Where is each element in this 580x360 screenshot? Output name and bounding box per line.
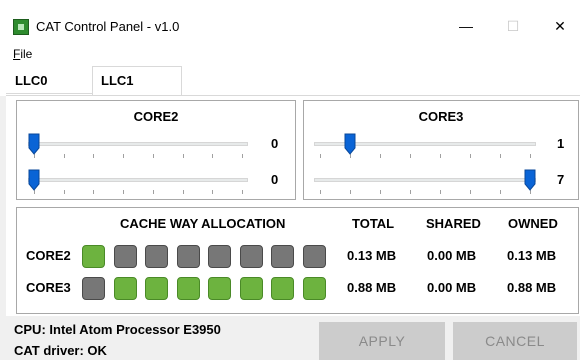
maximize-icon[interactable]: ☐ [490,13,536,39]
slider-tick [123,190,125,194]
slider-tick [93,154,95,158]
allocation-title: CACHE WAY ALLOCATION [120,216,286,231]
core3-slider1-value: 1 [557,136,565,151]
slider-tick [63,190,65,194]
core2-total: 0.13 MB [347,248,397,263]
slider-tick [500,154,501,158]
app-icon [13,19,29,35]
core3-title: CORE3 [418,109,464,124]
header-owned: OWNED [508,216,558,231]
menu-file[interactable]: File [13,47,32,61]
slider-tick [242,154,243,158]
core2-slider1-thumb[interactable] [28,133,40,155]
cache-way-core2-4[interactable] [208,245,231,268]
minimize-icon[interactable]: — [443,13,489,39]
cache-way-core3-7[interactable] [302,277,326,300]
slider-tick [380,154,381,158]
slider-tick [320,190,321,194]
cache-way-core2-1[interactable] [113,245,137,268]
slider-tick [410,154,411,158]
slider-tick [123,154,125,158]
slider-tick [500,190,501,194]
core2-slider1-value: 0 [271,136,279,151]
driver-status: CAT driver: OK [14,343,107,358]
core2-shared: 0.00 MB [427,248,477,263]
header-total: TOTAL [352,216,395,231]
cache-way-core2-0[interactable] [82,245,105,268]
core2-owned: 0.13 MB [507,248,557,263]
core3-slider1-thumb[interactable] [344,133,356,155]
cache-way-core3-3[interactable] [176,277,200,300]
core3-slider2-value: 7 [557,172,565,187]
close-icon[interactable]: ✕ [537,13,580,39]
cache-way-core3-5[interactable] [239,277,263,300]
menu-file-rest: ile [20,47,33,61]
cache-way-core3-0[interactable] [82,277,105,300]
slider-tick [242,190,243,194]
cache-way-core2-3[interactable] [176,245,200,268]
slider-tick [212,190,214,194]
window-title: CAT Control Panel - v1.0 [36,19,180,34]
core3-shared: 0.00 MB [427,280,477,295]
slider-tick [380,190,381,194]
header-shared: SHARED [426,216,481,231]
slider-tick [350,190,351,194]
slider-tick [470,190,471,194]
core3-slider2-thumb[interactable] [524,169,536,191]
slider-tick [470,154,471,158]
core2-slider2-value: 0 [271,172,279,187]
slider-tick [530,154,531,158]
slider-tick [440,190,441,194]
row-label-core3: CORE3 [26,280,71,295]
core2-title: CORE2 [133,109,179,124]
cache-way-core3-1[interactable] [113,277,137,300]
cache-way-core2-5[interactable] [239,245,263,268]
slider-tick [182,190,184,194]
slider-tick [320,154,321,158]
slider-tick [63,154,65,158]
core3-owned: 0.88 MB [507,280,557,295]
slider-tick [212,154,214,158]
core2-slider2-track[interactable] [28,178,248,182]
slider-tick [440,154,441,158]
menu-bar [0,38,580,66]
row-label-core2: CORE2 [26,248,71,263]
slider-tick [182,154,184,158]
slider-tick [93,190,95,194]
slider-tick [152,154,154,158]
cache-way-core2-7[interactable] [302,245,326,268]
tab-llc1[interactable]: LLC1 [92,66,182,96]
apply-button[interactable]: APPLY [319,322,445,360]
cache-way-core2-6[interactable] [271,245,294,268]
tab-llc0[interactable]: LLC0 [6,68,92,94]
core3-slider2-track[interactable] [314,178,536,182]
core2-slider2-thumb[interactable] [28,169,40,191]
cache-way-core2-2[interactable] [145,245,168,268]
core3-total: 0.88 MB [347,280,397,295]
cache-way-core3-2[interactable] [145,277,168,300]
cancel-button[interactable]: CANCEL [453,322,577,360]
cache-way-core3-4[interactable] [208,277,231,300]
slider-tick [152,190,154,194]
core2-slider1-track[interactable] [28,142,248,146]
slider-tick [410,190,411,194]
cache-way-core3-6[interactable] [271,277,294,300]
cpu-status: CPU: Intel Atom Processor E3950 [14,322,221,337]
